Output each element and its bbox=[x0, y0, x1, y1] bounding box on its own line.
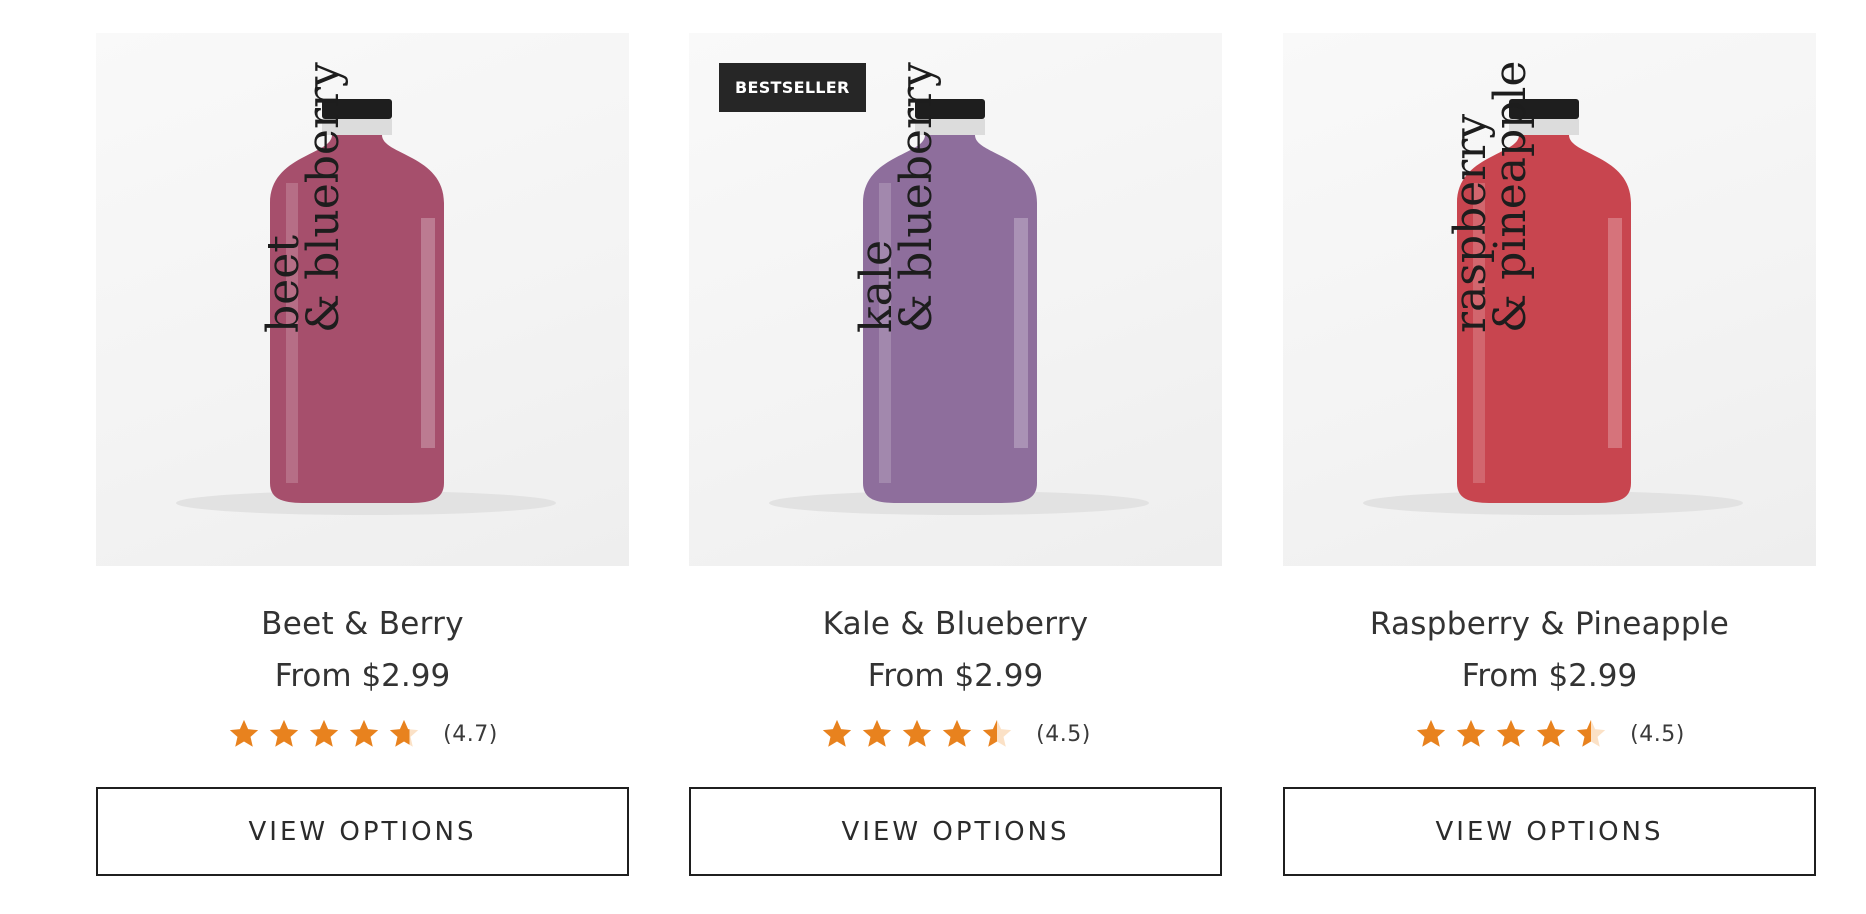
rating-count: (4.5) bbox=[1630, 721, 1685, 747]
product-price: From $2.99 bbox=[867, 658, 1044, 694]
rating-row: (4.7) bbox=[96, 714, 629, 754]
view-options-button[interactable]: VIEW OPTIONS bbox=[96, 787, 629, 876]
product-title[interactable]: Raspberry & Pineapple bbox=[1283, 604, 1816, 644]
product-card-raspberry-pineapple: raspberry & pineapple Raspberry & Pineap… bbox=[1283, 33, 1816, 876]
star-icon bbox=[1577, 719, 1606, 747]
product-price: From $2.99 bbox=[1461, 658, 1638, 694]
juice-bottle-image: raspberry & pineapple bbox=[1363, 61, 1743, 515]
star-icon bbox=[823, 719, 852, 747]
rating-row: (4.5) bbox=[689, 714, 1222, 754]
star-icon bbox=[1497, 719, 1526, 747]
star-icon bbox=[863, 719, 892, 747]
star-icon bbox=[1537, 719, 1566, 747]
product-title[interactable]: Kale & Blueberry bbox=[689, 604, 1222, 644]
star-icon bbox=[943, 719, 972, 747]
star-rating bbox=[1414, 717, 1614, 751]
juice-bottle-image: beet & blueberry bbox=[176, 62, 556, 515]
product-price: From $2.99 bbox=[274, 658, 451, 694]
product-title[interactable]: Beet & Berry bbox=[96, 604, 629, 644]
product-grid: beet & blueberry Beet & Berry From $2.99… bbox=[0, 0, 1866, 914]
product-image[interactable]: raspberry & pineapple bbox=[1283, 33, 1816, 566]
product-image[interactable]: beet & blueberry bbox=[96, 33, 629, 566]
bestseller-badge: BESTSELLER bbox=[719, 63, 866, 112]
rating-count: (4.7) bbox=[443, 721, 498, 747]
star-rating bbox=[227, 717, 427, 751]
view-options-button[interactable]: VIEW OPTIONS bbox=[689, 787, 1222, 876]
star-icon bbox=[1417, 719, 1446, 747]
star-icon bbox=[270, 719, 299, 747]
juice-bottle-image: kale & blueberry bbox=[769, 62, 1149, 515]
rating-count: (4.5) bbox=[1036, 721, 1091, 747]
star-icon bbox=[903, 719, 932, 747]
view-options-button[interactable]: VIEW OPTIONS bbox=[1283, 787, 1816, 876]
star-icon bbox=[390, 719, 419, 747]
svg-text:& blueberry: & blueberry bbox=[891, 62, 942, 333]
star-icon bbox=[350, 719, 379, 747]
star-icon bbox=[983, 719, 1012, 747]
star-icon bbox=[310, 719, 339, 747]
star-icon bbox=[230, 719, 259, 747]
svg-text:& pineapple: & pineapple bbox=[1485, 61, 1536, 333]
rating-row: (4.5) bbox=[1283, 714, 1816, 754]
product-image[interactable]: kale & blueberry BESTSELLER bbox=[689, 33, 1222, 566]
svg-text:& blueberry: & blueberry bbox=[298, 62, 349, 333]
star-icon bbox=[1457, 719, 1486, 747]
star-rating bbox=[820, 717, 1020, 751]
product-card-beet-berry: beet & blueberry Beet & Berry From $2.99… bbox=[96, 33, 629, 876]
product-card-kale-blueberry: kale & blueberry BESTSELLER Kale & Blueb… bbox=[689, 33, 1222, 876]
